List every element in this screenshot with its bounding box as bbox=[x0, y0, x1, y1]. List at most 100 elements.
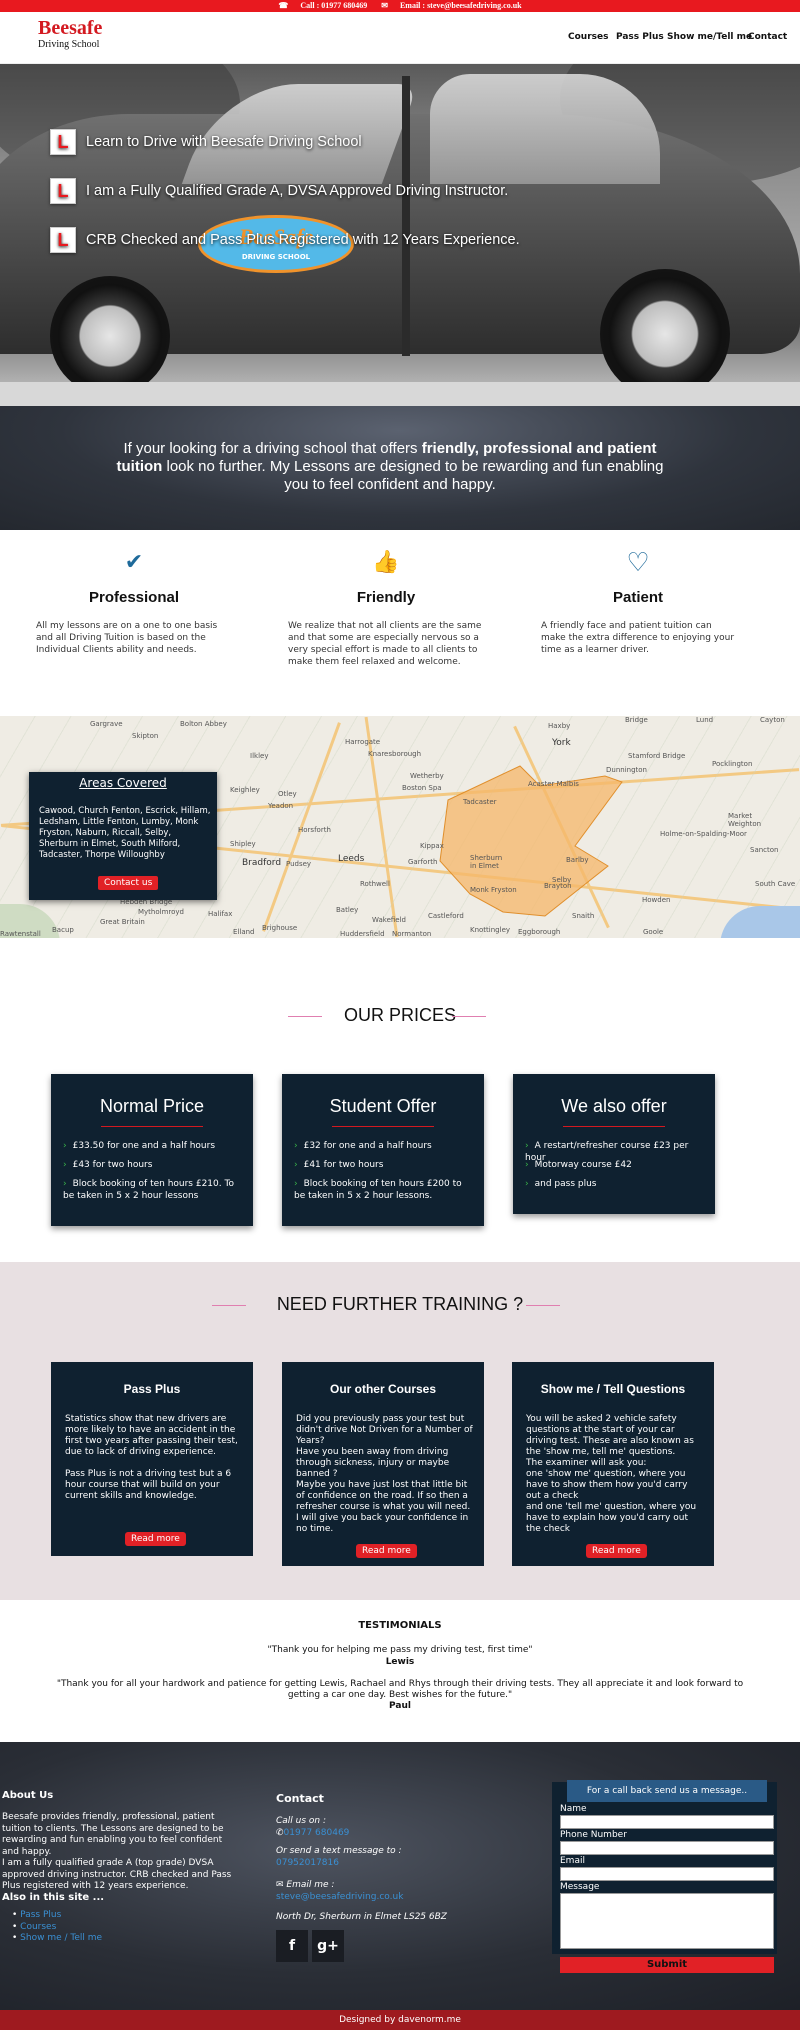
hero-line-3: L CRB Checked and Pass Plus Registered wi… bbox=[50, 227, 520, 253]
text-label: Or send a text message to : bbox=[276, 1846, 402, 1856]
training-card-show-me: Show me / Tell Questions You will be ask… bbox=[512, 1362, 714, 1566]
message-field[interactable] bbox=[560, 1893, 774, 1949]
map-label: Dunnington bbox=[606, 766, 647, 774]
map-label: Gargrave bbox=[90, 720, 123, 728]
chevron-right-icon: › bbox=[294, 1141, 298, 1151]
contact-us-button[interactable]: Contact us bbox=[98, 876, 159, 890]
map-label: Market Weighton bbox=[728, 812, 762, 828]
map-label: Boston Spa bbox=[402, 784, 442, 792]
price-item: › Motorway course £42 bbox=[525, 1160, 632, 1170]
site-header: Beesafe Driving School Courses Pass Plus… bbox=[0, 12, 800, 64]
map-label: Stamford Bridge bbox=[628, 752, 686, 760]
read-more-button[interactable]: Read more bbox=[125, 1532, 186, 1546]
map-label: Otley bbox=[278, 790, 297, 798]
footer-link-show-me[interactable]: Show me / Tell me bbox=[20, 1933, 102, 1943]
callback-form-header: For a call back send us a message.. bbox=[567, 1780, 767, 1802]
map-label: Snaith bbox=[572, 912, 595, 920]
hero-line-1: L Learn to Drive with Beesafe Driving Sch… bbox=[50, 129, 362, 155]
email-value[interactable]: steve@beesafedriving.co.uk bbox=[276, 1892, 403, 1904]
map-label: Eggborough bbox=[518, 928, 561, 936]
footer-link-list: • Pass Plus • Courses • Show me / Tell m… bbox=[12, 1910, 103, 1943]
map-label: Bradford bbox=[242, 858, 282, 868]
nav-show-me-tell-me[interactable]: Show me/Tell me bbox=[667, 32, 752, 42]
map-label: Acaster Malbis bbox=[528, 780, 579, 788]
logo-title[interactable]: Beesafe bbox=[38, 18, 102, 38]
phone-icon: ✆ bbox=[276, 1828, 284, 1838]
read-more-button[interactable]: Read more bbox=[356, 1544, 417, 1558]
chevron-right-icon: › bbox=[63, 1179, 67, 1189]
map-label: Yeadon bbox=[268, 802, 294, 810]
map-label: Leeds bbox=[338, 854, 365, 864]
map-label: Rothwell bbox=[360, 880, 390, 888]
training-card-text: Did you previously pass your test but di… bbox=[296, 1414, 473, 1534]
price-item: › Block booking of ten hours £200 to be t… bbox=[294, 1179, 462, 1201]
envelope-icon: ✉ bbox=[381, 1, 388, 10]
submit-button[interactable]: Submit bbox=[560, 1957, 774, 1973]
map-label: Garforth bbox=[408, 858, 438, 866]
map-label: Mytholmroyd bbox=[138, 908, 185, 916]
google-plus-icon[interactable]: g+ bbox=[312, 1930, 344, 1962]
chevron-right-icon: › bbox=[63, 1160, 67, 1170]
training-card-title: Our other Courses bbox=[329, 1382, 437, 1396]
call-label: Call us on : bbox=[276, 1816, 327, 1826]
map-label: Sherburn in Elmet bbox=[470, 854, 503, 870]
map-label: Monk Fryston bbox=[470, 886, 517, 894]
price-item: › £43 for two hours bbox=[63, 1160, 153, 1170]
phone-label: Phone Number bbox=[560, 1830, 627, 1840]
map-label: Holme-on-Spalding-Moor bbox=[660, 830, 747, 838]
nav-courses[interactable]: Courses bbox=[568, 32, 608, 42]
map-label: Brayton bbox=[544, 882, 572, 890]
nav-contact[interactable]: Contact bbox=[748, 32, 787, 42]
hero-line-2: LI am a Fully Qualified Grade A, DVSA Ap… bbox=[50, 178, 508, 204]
areas-covered-panel: Areas Covered Cawood, Church Fenton, Esc… bbox=[29, 772, 217, 900]
footer-link-courses[interactable]: Courses bbox=[20, 1922, 56, 1932]
map-label: Bridge bbox=[625, 716, 648, 724]
topbar-email[interactable]: Email : steve@beesafedriving.co.uk bbox=[400, 1, 522, 10]
footer-link-pass-plus[interactable]: Pass Plus bbox=[20, 1910, 61, 1920]
training-card-text: Statistics show that new drivers are mor… bbox=[65, 1414, 238, 1501]
nav-pass-plus[interactable]: Pass Plus bbox=[616, 32, 664, 42]
map-label: Wetherby bbox=[410, 772, 444, 780]
title-divider bbox=[452, 1016, 486, 1017]
email-field[interactable] bbox=[560, 1867, 774, 1881]
map-label: Wakefield bbox=[372, 916, 406, 924]
price-item: › £41 for two hours bbox=[294, 1160, 384, 1170]
price-item: › Block booking of ten hours £210. To be … bbox=[63, 1179, 234, 1201]
address: North Dr, Sherburn in Elmet LS25 6BZ bbox=[276, 1912, 447, 1922]
rear-wheel bbox=[600, 269, 730, 399]
text-value[interactable]: 07952017816 bbox=[276, 1858, 339, 1870]
price-item: › £33.50 for one and a half hours bbox=[63, 1141, 216, 1151]
logo-subtitle: Driving School bbox=[38, 39, 100, 50]
price-card-normal: Normal Price › £33.50 for one and a half … bbox=[51, 1074, 253, 1226]
l-plate-icon: L bbox=[50, 129, 76, 155]
map-label: Bacup bbox=[52, 926, 74, 934]
feature-title-friendly: Friendly bbox=[356, 589, 416, 606]
facebook-icon[interactable]: f bbox=[276, 1930, 308, 1962]
intro-band: If your looking for a driving school tha… bbox=[0, 406, 800, 530]
areas-covered-list: Cawood, Church Fenton, Escrick, Hillam, … bbox=[39, 806, 211, 860]
training-card-title: Show me / Tell Questions bbox=[540, 1382, 686, 1396]
front-wheel bbox=[50, 276, 170, 396]
topbar-phone[interactable]: Call : 01977 680469 bbox=[300, 1, 367, 10]
name-field[interactable] bbox=[560, 1815, 774, 1829]
intro-text: If your looking for a driving school tha… bbox=[116, 440, 664, 493]
chevron-right-icon: › bbox=[525, 1179, 529, 1189]
map-label: Keighley bbox=[230, 786, 260, 794]
map-label: Horsforth bbox=[298, 826, 331, 834]
testimonial-author: Paul bbox=[389, 1701, 411, 1711]
message-label: Message bbox=[560, 1882, 600, 1892]
contact-title: Contact bbox=[276, 1792, 324, 1805]
feature-text-professional: All my lessons are on a one to one basis… bbox=[36, 621, 218, 655]
call-value[interactable]: ✆01977 680469 bbox=[276, 1828, 349, 1840]
phone-field[interactable] bbox=[560, 1841, 774, 1855]
read-more-button[interactable]: Read more bbox=[586, 1544, 647, 1558]
map-label: Halifax bbox=[208, 910, 233, 918]
map-label: Huddersfield bbox=[340, 930, 385, 938]
map-label: Batley bbox=[336, 906, 359, 914]
map-label: Great Britain bbox=[100, 918, 145, 926]
map-label: Sancton bbox=[750, 846, 779, 854]
feature-text-friendly: We realize that not all clients are the … bbox=[288, 621, 482, 667]
map-label: Goole bbox=[643, 928, 664, 936]
chevron-right-icon: › bbox=[294, 1160, 298, 1170]
l-plate-icon: L bbox=[50, 227, 76, 253]
